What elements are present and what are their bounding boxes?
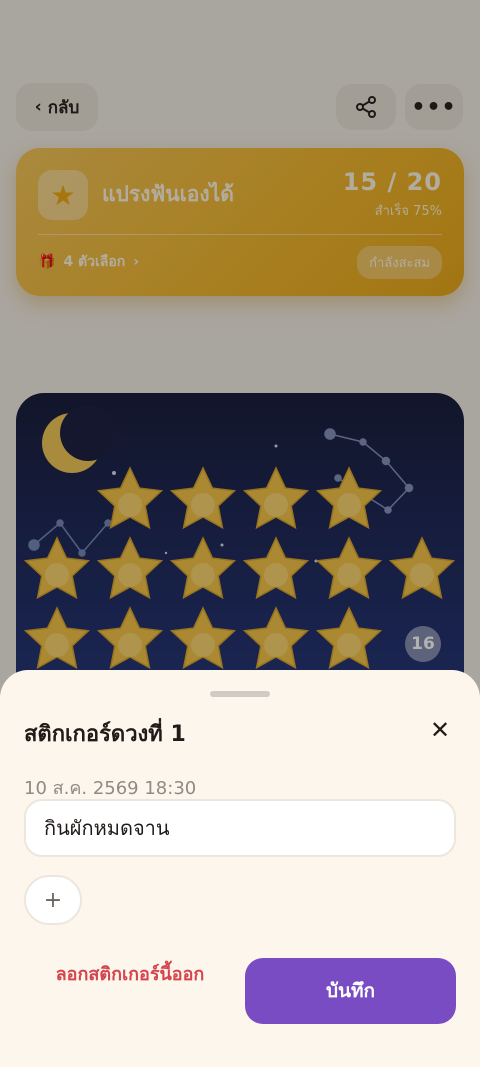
sticker-note-input[interactable]: [24, 799, 456, 857]
close-icon: ✕: [429, 716, 451, 744]
add-photo-button[interactable]: +: [24, 875, 82, 925]
save-button[interactable]: บันทึก: [245, 958, 456, 1024]
plus-icon: +: [43, 887, 63, 913]
sheet-title: สติกเกอร์ดวงที่ 1: [24, 722, 186, 747]
close-button[interactable]: ✕: [424, 714, 456, 746]
sticker-detail-sheet: สติกเกอร์ดวงที่ 1 ✕ 10 ส.ค. 2569 18:30 +…: [0, 670, 480, 1067]
drag-handle[interactable]: [210, 691, 270, 697]
sticker-date: 10 ส.ค. 2569 18:30: [24, 778, 197, 799]
remove-sticker-button[interactable]: ลอกสติกเกอร์นี้ออก: [40, 960, 220, 990]
